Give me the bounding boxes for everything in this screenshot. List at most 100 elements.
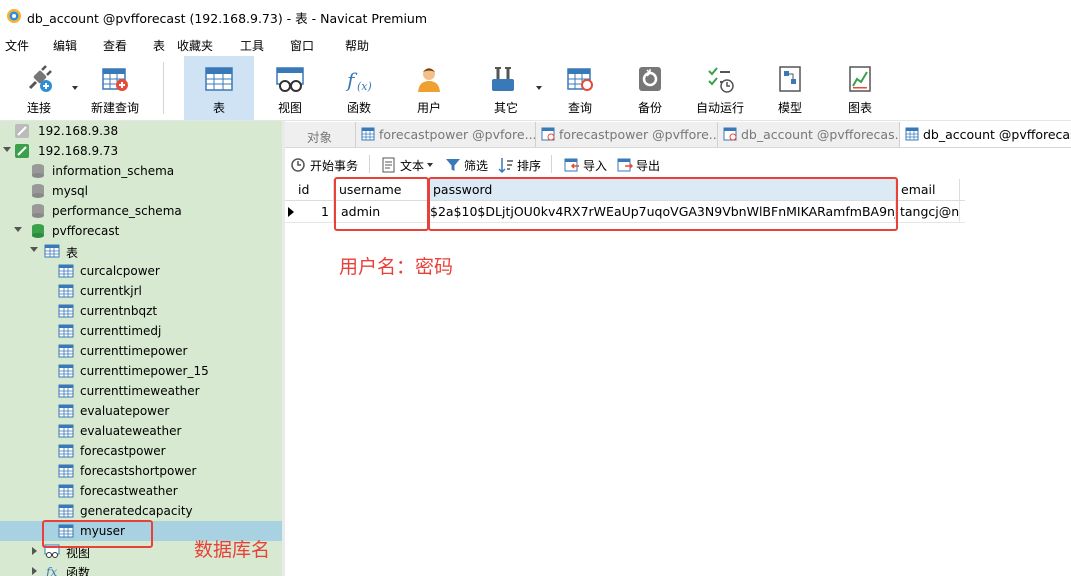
column-header-email[interactable]: email (896, 179, 960, 200)
cell-email[interactable]: tangcj@nj (896, 201, 960, 222)
table-icon (58, 284, 74, 298)
other-button[interactable]: 其它 (470, 56, 542, 120)
table-button[interactable]: 表 (184, 56, 254, 120)
tree-table-evaluateweather[interactable]: evaluateweather (0, 421, 282, 441)
tree-table-currenttimepower-15[interactable]: currenttimepower_15 (0, 361, 282, 381)
tree-table-currenttimeweather[interactable]: currenttimeweather (0, 381, 282, 401)
table-icon (905, 127, 919, 141)
function-icon: f (x) (345, 68, 372, 93)
tree-db-information-schema[interactable]: information_schema (0, 161, 282, 181)
table-name-label: currenttimepower (80, 344, 188, 358)
view-button[interactable]: 视图 (256, 56, 324, 120)
query-button[interactable]: 查询 (548, 56, 612, 120)
table-icon (58, 504, 74, 518)
table-icon (58, 444, 74, 458)
connection-open-icon (15, 144, 29, 158)
table-icon (58, 304, 74, 318)
filter-icon (446, 159, 460, 171)
column-header-id[interactable]: id (293, 179, 334, 200)
menu-bar: 文件 编辑 查看 表 收藏夹 工具 窗口 帮助 (0, 34, 1071, 54)
tree-table-generatedcapacity[interactable]: generatedcapacity (0, 501, 282, 521)
backup-button[interactable]: 备份 (618, 56, 682, 120)
menu-tools[interactable]: 工具 (240, 37, 264, 54)
user-button[interactable]: 用户 (396, 56, 462, 120)
cell-id[interactable]: 1 (293, 201, 334, 222)
table-icon (58, 404, 74, 418)
tree-db-pvfforecast[interactable]: pvfforecast (0, 221, 282, 241)
new-query-button[interactable]: 新建查询 (84, 56, 146, 120)
tree-db-performance-schema[interactable]: performance_schema (0, 201, 282, 221)
tree-functions-group[interactable]: fx 函数 (0, 561, 282, 576)
window-title: db_account @pvfforecast (192.168.9.73) -… (27, 11, 428, 26)
chart-label: 图表 (847, 101, 872, 115)
menu-favorites[interactable]: 收藏夹 (177, 37, 213, 54)
tree-tables-group[interactable]: 表 (0, 241, 282, 261)
user-icon (418, 68, 440, 92)
table-name-label: currenttimeweather (80, 384, 200, 398)
data-toolbar: 开始事务 文本 筛选 排序 导入 导出 (285, 150, 1071, 178)
table-name-label: forecastpower (80, 444, 166, 458)
expand-arrow-icon[interactable] (30, 247, 38, 252)
tree-table-forecastweather[interactable]: forecastweather (0, 481, 282, 501)
sort-button[interactable]: 排序 (498, 156, 544, 174)
text-view-button[interactable]: 文本 (381, 156, 433, 174)
begin-transaction-button[interactable]: 开始事务 (290, 156, 362, 174)
main-toolbar: 连接 新建查询 表 视图 f (x) 函数 用户 其它 查询 备份 自动运行 模… (0, 56, 1071, 121)
connect-label: 连接 (26, 101, 51, 115)
collapse-arrow-icon[interactable] (32, 547, 37, 555)
import-button[interactable]: 导入 (564, 156, 610, 174)
tab-objects[interactable]: 对象 (285, 122, 356, 147)
table-icon (58, 484, 74, 498)
query-icon (567, 68, 593, 91)
menu-view[interactable]: 查看 (103, 37, 127, 54)
tree-table-currenttimedj[interactable]: currenttimedj (0, 321, 282, 341)
tree-connection-192-168-9-38[interactable]: 192.168.9.38 (0, 121, 282, 141)
table-name-label: forecastshortpower (80, 464, 197, 478)
table-icon (58, 364, 74, 378)
database-open-icon (32, 224, 44, 238)
tree-table-forecastpower[interactable]: forecastpower (0, 441, 282, 461)
connect-button[interactable]: 连接 (10, 56, 78, 120)
tree-db-mysql[interactable]: mysql (0, 181, 282, 201)
auto-run-button[interactable]: 自动运行 (688, 56, 752, 120)
tree-table-evaluatepower[interactable]: evaluatepower (0, 401, 282, 421)
menu-table[interactable]: 表 (153, 37, 165, 54)
tab-forecastpower-2[interactable]: forecastpower @pvffore... (536, 122, 718, 147)
menu-edit[interactable]: 编辑 (53, 37, 77, 54)
connection-tree: 192.168.9.38 192.168.9.73 information_sc… (0, 121, 282, 576)
table-query-icon (723, 127, 737, 141)
tree-table-currentnbqzt[interactable]: currentnbqzt (0, 301, 282, 321)
tab-db-account-active[interactable]: db_account @pvfforecas... (900, 122, 1071, 147)
credentials-annotation: 用户名：密码 (339, 256, 454, 278)
tab-db-account-query[interactable]: db_account @pvfforecas... (718, 122, 900, 147)
tab-forecastpower-1[interactable]: forecastpower @pvfore... (356, 122, 536, 147)
auto-run-icon (708, 67, 734, 93)
svg-text:fx: fx (45, 565, 57, 576)
import-icon (564, 158, 579, 172)
export-button[interactable]: 导出 (617, 156, 663, 174)
data-grid: id username password email 1 admin $2a$1… (285, 179, 1071, 576)
tree-connection-192-168-9-73[interactable]: 192.168.9.73 (0, 141, 282, 161)
model-button[interactable]: 模型 (758, 56, 822, 120)
table-name-label: evaluatepower (80, 404, 170, 418)
table-name-label: currentnbqzt (80, 304, 158, 318)
tree-table-currentkjrl[interactable]: currentkjrl (0, 281, 282, 301)
tree-table-curcalcpower[interactable]: curcalcpower (0, 261, 282, 281)
function-button[interactable]: f (x) 函数 (326, 56, 392, 120)
expand-arrow-icon[interactable] (3, 147, 11, 152)
tree-table-forecastshortpower[interactable]: forecastshortpower (0, 461, 282, 481)
query-label: 查询 (567, 101, 592, 115)
collapse-arrow-icon[interactable] (32, 567, 37, 575)
chart-button[interactable]: 图表 (828, 56, 892, 120)
tree-table-currenttimepower[interactable]: currenttimepower (0, 341, 282, 361)
navicat-logo-icon (7, 9, 21, 23)
menu-file[interactable]: 文件 (5, 37, 29, 54)
menu-help[interactable]: 帮助 (345, 37, 369, 54)
filter-button[interactable]: 筛选 (445, 156, 491, 174)
table-name-label: currenttimedj (80, 324, 162, 338)
database-icon (32, 184, 44, 198)
menu-window[interactable]: 窗口 (290, 37, 314, 54)
table-icon (58, 464, 74, 478)
table-name-label: currentkjrl (80, 284, 142, 298)
expand-arrow-icon[interactable] (14, 227, 22, 232)
